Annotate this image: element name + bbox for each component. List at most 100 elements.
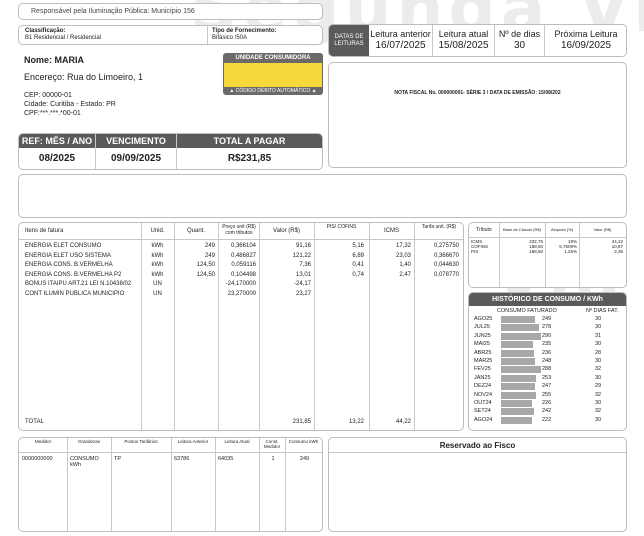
- item-cell: 13,01: [295, 271, 311, 278]
- history-bar: [501, 332, 541, 340]
- meter-header-cell: Postos Tarifários: [124, 439, 158, 444]
- item-cell: 0,41: [352, 262, 364, 268]
- items-header-pis: PIS/ COFINS: [326, 224, 357, 230]
- items-total-label: TOTAL: [25, 419, 44, 425]
- history-col-consumo: CONSUMO FATURADO: [497, 308, 557, 314]
- classification-value: B1 Residencial / Residencial: [25, 35, 102, 41]
- item-cell: 0,104498: [230, 271, 256, 278]
- history-kwh: 248: [542, 358, 552, 364]
- consumer-unit-box: UNIDADE CONSUMIDORA ▲ CÓDIGO DÉBITO AUTO…: [223, 53, 323, 95]
- history-month: JAN25: [474, 374, 491, 381]
- item-cell: 249: [204, 252, 215, 259]
- tax-col-line-1: [499, 223, 500, 287]
- meter-col-line-3: [171, 438, 172, 531]
- history-month: DEZ24: [474, 383, 492, 390]
- history-bar: [501, 341, 533, 349]
- history-month: AGO24: [474, 416, 493, 423]
- days-value: 30: [513, 40, 526, 51]
- curr-reading-label: Leitura atual: [438, 29, 489, 39]
- classification-label: Classificação:: [25, 28, 66, 34]
- item-cell: UN: [153, 290, 162, 297]
- item-cell: 23,270000: [227, 290, 256, 297]
- item-cell: kWh: [151, 243, 164, 249]
- item-cell: 91,16: [295, 243, 311, 249]
- supply-type-label: Tipo de Fornecimento:: [212, 28, 277, 34]
- meter-header-cell: Consumo kWh: [288, 439, 319, 444]
- tax-col-line-3: [579, 223, 580, 287]
- customer-cep: CEP: 00000-01: [24, 92, 72, 99]
- item-cell: -24,170000: [225, 281, 256, 287]
- item-cell: UN: [153, 281, 162, 287]
- reading-dates-box: DATAS DE LEITURAS Leitura anterior 16/07…: [328, 24, 627, 57]
- item-cell: kWh: [151, 271, 164, 278]
- item-cell: kWh: [151, 252, 164, 259]
- item-cell: 5,16: [352, 243, 364, 249]
- reading-dates-label-cell: DATAS DE LEITURAS: [329, 25, 369, 56]
- item-cell: kWh: [151, 262, 164, 268]
- items-header-icms: ICMS: [384, 228, 399, 234]
- fisco-divider: [329, 452, 626, 453]
- item-cell: 0,366104: [230, 243, 256, 249]
- item-cell: 0,74: [352, 271, 364, 278]
- history-month: NOV24: [474, 391, 493, 398]
- meter-col-line-2: [111, 438, 112, 531]
- item-cell: 0,486827: [230, 252, 256, 259]
- item-cell: CONT ILUMIN PUBLICA MUNICIPIO: [25, 290, 125, 297]
- ref-value: 08/2025: [38, 153, 76, 164]
- item-cell: 0,275750: [433, 243, 459, 249]
- history-bar: [501, 408, 534, 416]
- item-cell: 124,50: [196, 262, 215, 268]
- item-cell: 23,27: [295, 290, 311, 297]
- meter-header-cell: Grandezas: [77, 439, 100, 444]
- history-month: SET24: [474, 408, 491, 415]
- items-table-box: Itens de fatura Unid. Quant. Preço unit …: [18, 222, 464, 431]
- customer-address: Encereço: Rua do Limoeiro, 1: [24, 72, 144, 82]
- history-col-dias: Nº DIAS FAT.: [586, 308, 619, 314]
- items-total-pis: 13,22: [348, 419, 364, 425]
- classification-divider: [207, 26, 208, 44]
- days-label: Nº de dias: [498, 29, 541, 39]
- meter-cell: 249: [299, 456, 310, 462]
- supply-type-value: Bifásico /50A: [212, 35, 248, 41]
- item-cell: ENERGIA CONS. B.VERMELHA P2: [25, 271, 122, 278]
- prev-reading-value: 16/07/2025: [375, 40, 426, 51]
- invoice-note: NOTA FISCAL No. 000000001- SÉRIE 3 / DAT…: [394, 90, 561, 96]
- history-bar: [501, 416, 532, 424]
- history-days: 30: [595, 374, 602, 381]
- history-month: ABR25: [474, 349, 492, 356]
- total-label: TOTAL A PAGAR: [213, 136, 286, 146]
- meter-table-box: Medidor Grandezas Postos Tarifários Leitura…: [18, 437, 323, 532]
- invoice-note-box: NOTA FISCAL No. 000000001- SÉRIE 3 / DAT…: [328, 62, 627, 168]
- meter-cell: 64035: [218, 456, 234, 462]
- prev-reading-cell: Leitura anterior 16/07/2025: [369, 25, 433, 56]
- meter-header-cell: Const. Medidor: [263, 439, 281, 449]
- item-cell: 7,36: [299, 262, 311, 268]
- history-bar: [501, 324, 539, 332]
- meter-cell: 63786: [174, 456, 190, 462]
- item-cell: -24,17: [293, 281, 311, 287]
- item-cell: ENERGIA ELET CONSUMO: [25, 243, 102, 249]
- item-cell: 17,32: [395, 243, 411, 249]
- history-bar: [501, 358, 535, 365]
- billing-summary-box: REF: MÊS / ANO VENCIMENTO TOTAL A PAGAR …: [18, 133, 323, 170]
- history-kwh: 247: [542, 383, 552, 390]
- item-cell: 0,059116: [231, 262, 256, 268]
- history-kwh: 242: [542, 408, 552, 415]
- history-bar: [501, 400, 532, 407]
- tax-cell: 188,50: [529, 249, 543, 254]
- history-bar: [501, 316, 535, 323]
- tax-col-line-2: [545, 223, 546, 287]
- fisco-label: Reservado ao Fisco: [439, 441, 516, 450]
- meter-header-cell: Leitura Anterior: [177, 439, 209, 444]
- history-days: 30: [595, 400, 602, 406]
- curr-reading-cell: Leitura atual 15/08/2025: [433, 25, 495, 56]
- history-days: 30: [595, 324, 602, 331]
- top-note-box: Responsável pela Iluminação Pública: Mun…: [18, 3, 323, 20]
- meter-col-line-1: [67, 438, 68, 531]
- history-days: 29: [595, 383, 602, 390]
- next-reading-label: Próxima Leitura: [554, 29, 618, 39]
- item-cell: 0,044630: [433, 262, 459, 268]
- history-month: AGO25: [474, 316, 493, 322]
- item-cell: 2,47: [399, 271, 411, 278]
- tax-cell: PIS: [471, 249, 479, 254]
